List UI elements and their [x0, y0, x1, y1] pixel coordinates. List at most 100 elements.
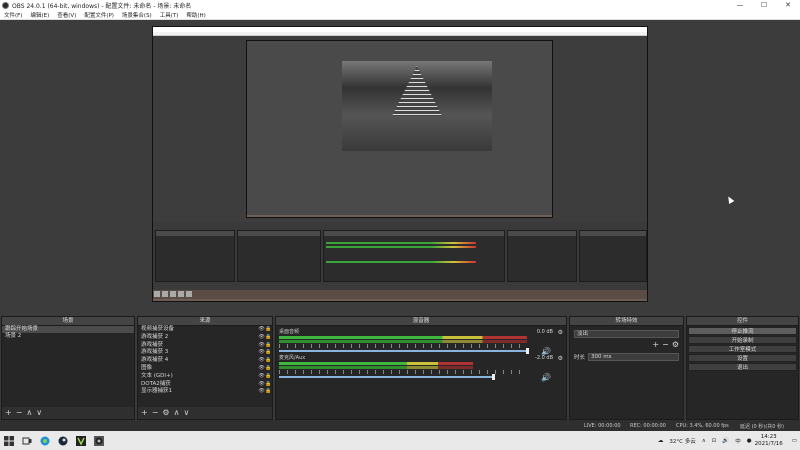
- antivirus-icon[interactable]: ●: [747, 438, 752, 444]
- network-icon[interactable]: ⊡: [712, 438, 717, 444]
- eye-icon[interactable]: 👁: [258, 365, 265, 373]
- scenes-dock: 场景 跟踪开始场景 场景 2 + − ∧ ∨: [1, 316, 135, 420]
- eye-icon[interactable]: 👁: [258, 373, 265, 381]
- menu-file[interactable]: 文件(F): [4, 11, 22, 19]
- gear-icon[interactable]: ⚙: [672, 340, 679, 349]
- duration-row: 时长 300 ms: [574, 352, 679, 361]
- start-recording-button[interactable]: 开始录制: [688, 336, 797, 344]
- mixer-track-mic: 麦克风/Aux -2.0 dB ⚙ 🔊: [279, 355, 563, 395]
- ime-icon[interactable]: 中: [735, 437, 741, 445]
- nested-preview: [153, 36, 647, 222]
- clock[interactable]: 14:23 2021/7/16: [755, 434, 783, 448]
- task-view-icon[interactable]: [22, 436, 32, 446]
- lock-icon[interactable]: 🔒: [265, 365, 272, 373]
- lock-icon[interactable]: 🔒: [265, 373, 272, 381]
- scenes-list: 跟踪开始场景 场景 2: [2, 326, 134, 407]
- move-source-down-button[interactable]: ∨: [183, 407, 189, 419]
- sources-dock: 来源 视频捕获设备 👁 🔒 游戏捕获 2 👁 🔒 游戏捕获 👁 🔒 游戏捕获 3 👁 🔒 游戏捕…: [137, 316, 273, 420]
- source-item[interactable]: 视频捕获设备 👁 🔒: [138, 326, 272, 334]
- weather-text[interactable]: 32°C 多云: [669, 437, 695, 445]
- scenes-title: 场景: [2, 317, 134, 326]
- live-time: LIVE: 00:00:00: [584, 423, 621, 429]
- window-title: OBS 24.0.1 (64-bit, windows) - 配置文件: 未命名…: [12, 2, 192, 10]
- edge-browser-icon[interactable]: [40, 436, 50, 446]
- settings-button[interactable]: 设置: [688, 354, 797, 362]
- lock-icon[interactable]: 🔒: [265, 326, 272, 334]
- audio-mixer-dock: 混音器 桌面音频 0.0 dB ⚙ 🔊 麦克风/Aux -2.0 dB ⚙ 🔊: [275, 316, 567, 420]
- transitions-body: 淡出 + − ⚙ 时长 300 ms: [570, 326, 683, 419]
- add-transition-icon[interactable]: +: [652, 340, 659, 349]
- slider-knob[interactable]: [492, 374, 495, 380]
- volume-slider[interactable]: [279, 374, 495, 380]
- scene-item[interactable]: 跟踪开始场景: [2, 326, 134, 333]
- add-scene-button[interactable]: +: [5, 407, 12, 419]
- windows-start-icon[interactable]: [4, 435, 14, 446]
- source-item[interactable]: 显示器捕获1 👁 🔒: [138, 388, 272, 396]
- steam-icon[interactable]: [58, 436, 68, 446]
- eye-icon[interactable]: 👁: [258, 342, 265, 350]
- source-item[interactable]: 图像 👁 🔒: [138, 365, 272, 373]
- scene-item[interactable]: 场景 2: [2, 333, 134, 340]
- move-scene-down-button[interactable]: ∨: [36, 407, 42, 419]
- minimize-button[interactable]: —: [728, 1, 752, 9]
- weather-icon[interactable]: ☁: [658, 438, 664, 444]
- clock-date: 2021/7/16: [754, 440, 783, 447]
- menu-view[interactable]: 查看(V): [57, 11, 76, 19]
- windows-taskbar: ☁ 32°C 多云 ∧ ⊡ 🔊 中 ● 14:23 2021/7/16 ▭: [0, 431, 800, 450]
- display-capture-preview: [152, 26, 648, 302]
- menu-edit[interactable]: 编辑(E): [30, 11, 49, 19]
- volume-icon[interactable]: 🔊: [722, 438, 729, 444]
- volume-meter: [279, 366, 473, 369]
- menu-profile[interactable]: 配置文件(P): [84, 11, 114, 19]
- source-properties-button[interactable]: ⚙: [162, 407, 169, 419]
- lock-icon[interactable]: 🔒: [265, 357, 272, 365]
- preview-canvas[interactable]: [0, 20, 800, 316]
- lock-icon[interactable]: 🔒: [265, 388, 272, 396]
- meter-ticks: [279, 344, 527, 348]
- exit-button[interactable]: 退出: [688, 363, 797, 371]
- volume-slider[interactable]: [279, 348, 529, 354]
- eye-icon[interactable]: 👁: [258, 349, 265, 357]
- obs-taskbar-icon[interactable]: [94, 435, 104, 446]
- source-item[interactable]: 游戏捕获 4 👁 🔒: [138, 357, 272, 365]
- gear-icon[interactable]: ⚙: [558, 329, 563, 336]
- source-item[interactable]: 文本 (GDI+) 👁 🔒: [138, 373, 272, 381]
- mouse-cursor-icon: [725, 194, 735, 205]
- source-name: 图像: [141, 364, 153, 371]
- tray-arrow-icon[interactable]: ∧: [702, 438, 706, 444]
- move-scene-up-button[interactable]: ∧: [26, 407, 32, 419]
- window-titlebar: OBS 24.0.1 (64-bit, windows) - 配置文件: 未命名…: [0, 0, 800, 10]
- eye-icon[interactable]: 👁: [258, 326, 265, 334]
- lock-icon[interactable]: 🔒: [265, 334, 272, 342]
- transition-select[interactable]: 淡出: [574, 329, 679, 338]
- source-item[interactable]: 游戏捕获 2 👁 🔒: [138, 334, 272, 342]
- speaker-icon[interactable]: 🔊: [541, 373, 551, 382]
- eye-icon[interactable]: 👁: [258, 381, 265, 389]
- duration-input[interactable]: 300 ms: [588, 352, 679, 361]
- notification-icon[interactable]: ▭: [792, 438, 797, 444]
- obs-app-icon: [2, 1, 9, 9]
- nested-taskbar: [153, 290, 647, 299]
- gear-icon[interactable]: ⚙: [558, 355, 563, 362]
- eye-icon[interactable]: 👁: [258, 334, 265, 342]
- stop-streaming-button[interactable]: 停止推流: [688, 327, 797, 335]
- maximize-button[interactable]: ☐: [752, 1, 776, 9]
- move-source-up-button[interactable]: ∧: [174, 407, 180, 419]
- nested-docks: [153, 222, 647, 290]
- source-name: 视频捕获设备: [141, 326, 175, 332]
- remove-source-button[interactable]: −: [152, 407, 159, 419]
- menu-tools[interactable]: 工具(T): [160, 11, 179, 19]
- remove-transition-icon[interactable]: −: [662, 340, 669, 349]
- source-name: 游戏捕获 4: [141, 357, 169, 364]
- studio-mode-button[interactable]: 工作室模式: [688, 345, 797, 353]
- menu-scene-collection[interactable]: 场景集合(S): [122, 11, 152, 19]
- remove-scene-button[interactable]: −: [16, 407, 23, 419]
- game-app-icon[interactable]: [76, 435, 86, 446]
- eye-icon[interactable]: 👁: [258, 388, 265, 396]
- add-source-button[interactable]: +: [141, 407, 148, 419]
- close-button[interactable]: ✕: [776, 1, 800, 9]
- slider-knob[interactable]: [526, 348, 529, 354]
- menu-help[interactable]: 帮助(H): [186, 11, 205, 19]
- nested-meter: [326, 261, 476, 263]
- eye-icon[interactable]: 👁: [258, 357, 265, 365]
